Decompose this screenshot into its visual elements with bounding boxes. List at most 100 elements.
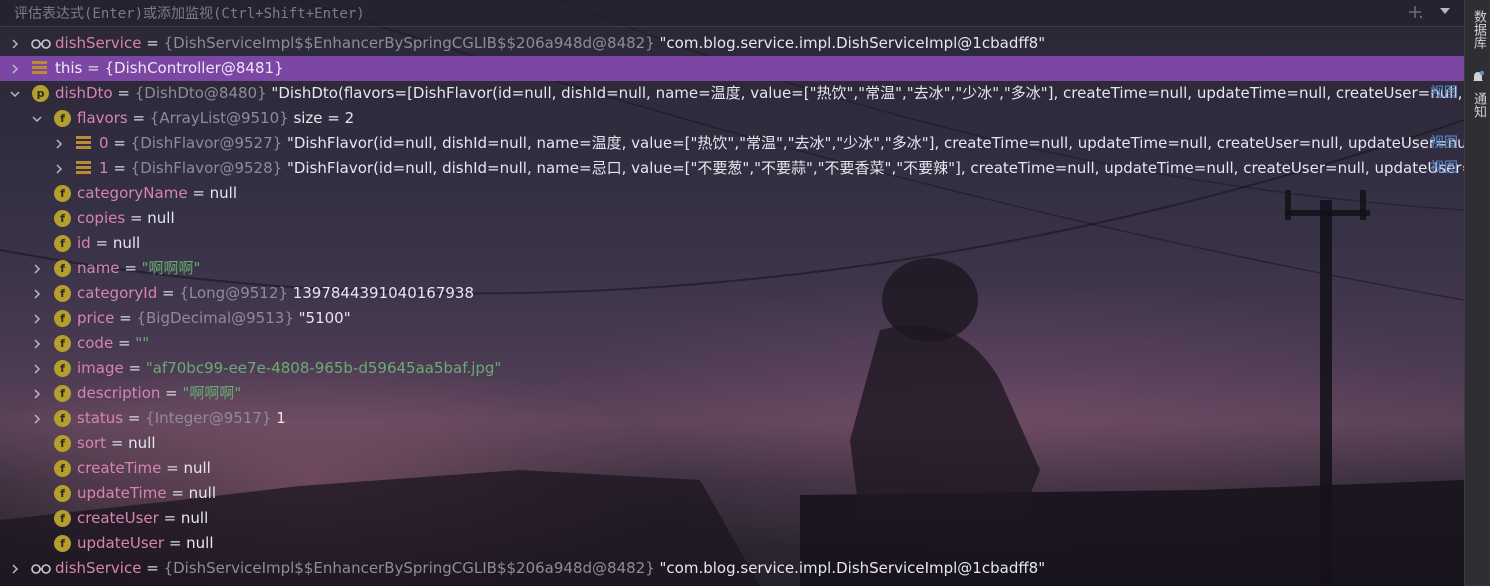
chevron-right-icon[interactable] <box>30 281 44 306</box>
chevron-right-icon[interactable] <box>52 131 66 156</box>
equals-sign: = <box>108 159 131 177</box>
variable-row[interactable]: f createTime = null <box>0 456 1464 481</box>
variable-value: "5100" <box>298 309 351 327</box>
variable-value: null <box>183 459 211 477</box>
view-link[interactable]: 视图 <box>1430 156 1458 181</box>
variable-row[interactable]: p dishDto = {DishDto@8480} "DishDto(flavo… <box>0 81 1464 106</box>
variable-row[interactable]: dishService = {DishServiceImpl$$Enhancer… <box>0 556 1464 581</box>
equals-sign: = <box>187 184 210 202</box>
variable-row[interactable]: f categoryId = {Long@9512} 13978443910401… <box>0 281 1464 306</box>
variable-row[interactable]: dishService = {DishServiceImpl$$Enhancer… <box>0 31 1464 56</box>
chevron-right-icon[interactable] <box>30 356 44 381</box>
variable-row[interactable]: f updateUser = null <box>0 531 1464 556</box>
variable-name: dishService <box>55 34 142 52</box>
variable-value: "DishFlavor(id=null, dishId=null, name=温… <box>286 134 1464 152</box>
variable-row[interactable]: f copies = null <box>0 206 1464 231</box>
chevron-down-icon[interactable] <box>8 81 22 106</box>
chevron-right-icon[interactable] <box>30 406 44 431</box>
dropdown-arrow-icon[interactable] <box>1438 4 1452 22</box>
variable-name: 1 <box>99 159 109 177</box>
variable-text: 1 = {DishFlavor@9528} "DishFlavor(id=nul… <box>99 156 1464 181</box>
view-link[interactable]: 视图 <box>1430 131 1458 156</box>
variable-value: null <box>128 434 156 452</box>
variable-row[interactable]: 0 = {DishFlavor@9527} "DishFlavor(id=nul… <box>0 131 1464 156</box>
variable-name: copies <box>77 209 126 227</box>
chevron-right-icon[interactable] <box>8 556 22 581</box>
equals-sign: = <box>141 34 164 52</box>
variable-row[interactable]: f price = {BigDecimal@9513} "5100" <box>0 306 1464 331</box>
variable-name: code <box>77 334 114 352</box>
variable-text: updateUser = null <box>77 531 214 556</box>
variable-row[interactable]: f code = "" <box>0 331 1464 356</box>
notifications-tool-tab[interactable]: 通知 <box>1465 88 1490 122</box>
variable-value: "" <box>135 334 150 352</box>
field-icon: f <box>54 410 71 427</box>
field-icon: f <box>54 260 71 277</box>
chevron-right-icon[interactable] <box>52 156 66 181</box>
variable-name: createUser <box>77 509 159 527</box>
variable-text: updateTime = null <box>77 481 216 506</box>
bell-icon[interactable] <box>1471 70 1485 84</box>
variable-row[interactable]: f description = "啊啊啊" <box>0 381 1464 406</box>
field-icon: f <box>54 235 71 252</box>
variable-text: dishService = {DishServiceImpl$$Enhancer… <box>55 31 1045 56</box>
equals-sign: = <box>161 459 184 477</box>
variable-text: sort = null <box>77 431 156 456</box>
chevron-right-icon[interactable] <box>30 331 44 356</box>
variable-row[interactable]: f sort = null <box>0 431 1464 456</box>
parameter-icon: p <box>32 85 49 102</box>
field-icon: f <box>54 110 71 127</box>
chevron-down-icon[interactable] <box>30 106 44 131</box>
variable-value: null <box>188 484 217 502</box>
variable-text: this = {DishController@8481} <box>55 56 284 81</box>
variable-text: description = "啊啊啊" <box>77 381 241 406</box>
chevron-right-icon[interactable] <box>30 381 44 406</box>
variable-type: {BigDecimal@9513} <box>136 309 299 327</box>
variable-value: null <box>209 184 238 202</box>
variable-row[interactable]: f flavors = {ArrayList@9510} size = 2 <box>0 106 1464 131</box>
evaluate-expression-input[interactable] <box>12 3 1396 25</box>
variable-value: 1397844391040167938 <box>292 284 475 302</box>
field-icon: f <box>54 535 71 552</box>
variable-row[interactable]: this = {DishController@8481} <box>0 56 1464 81</box>
variable-value: size = 2 <box>293 109 355 127</box>
chevron-right-icon[interactable] <box>30 306 44 331</box>
field-icon: f <box>54 485 71 502</box>
variable-text: image = "af70bc99-ee7e-4808-965b-d59645a… <box>77 356 501 381</box>
chevron-right-icon[interactable] <box>30 256 44 281</box>
variable-name: price <box>77 309 115 327</box>
database-tool-tab[interactable]: 数据库 <box>1465 6 1490 52</box>
variable-row[interactable]: f categoryName = null <box>0 181 1464 206</box>
chevron-right-icon[interactable] <box>8 56 22 81</box>
variable-row[interactable]: f id = null <box>0 231 1464 256</box>
evaluate-expression-bar <box>0 0 1464 27</box>
variable-name: id <box>77 234 91 252</box>
equals-sign: = <box>127 109 150 127</box>
variable-name: categoryId <box>77 284 158 302</box>
field-icon: f <box>54 335 71 352</box>
field-icon: f <box>54 185 71 202</box>
variable-text: categoryName = null <box>77 181 237 206</box>
variable-name: description <box>77 384 161 402</box>
equals-sign: = <box>82 59 105 77</box>
variable-value: "DishDto(flavors=[DishFlavor(id=null, di… <box>271 84 1464 102</box>
variable-row[interactable]: 1 = {DishFlavor@9528} "DishFlavor(id=nul… <box>0 156 1464 181</box>
variable-row[interactable]: f createUser = null <box>0 506 1464 531</box>
variable-type: {ArrayList@9510} <box>149 109 294 127</box>
variable-name: createTime <box>77 459 162 477</box>
variable-text: price = {BigDecimal@9513} "5100" <box>77 306 351 331</box>
variable-row[interactable]: f image = "af70bc99-ee7e-4808-965b-d59645… <box>0 356 1464 381</box>
variable-text: code = "" <box>77 331 149 356</box>
variable-name: name <box>77 259 120 277</box>
watch-glasses-icon <box>30 35 52 52</box>
variable-row[interactable]: f updateTime = null <box>0 481 1464 506</box>
field-icon: f <box>54 360 71 377</box>
field-icon: f <box>54 210 71 227</box>
add-watch-icon[interactable] <box>1408 4 1424 24</box>
variable-row[interactable]: f name = "啊啊啊" <box>0 256 1464 281</box>
variable-name: flavors <box>77 109 128 127</box>
view-link[interactable]: 视图 <box>1430 81 1458 106</box>
variable-name: categoryName <box>77 184 188 202</box>
variable-row[interactable]: f status = {Integer@9517} 1 <box>0 406 1464 431</box>
chevron-right-icon[interactable] <box>8 31 22 56</box>
